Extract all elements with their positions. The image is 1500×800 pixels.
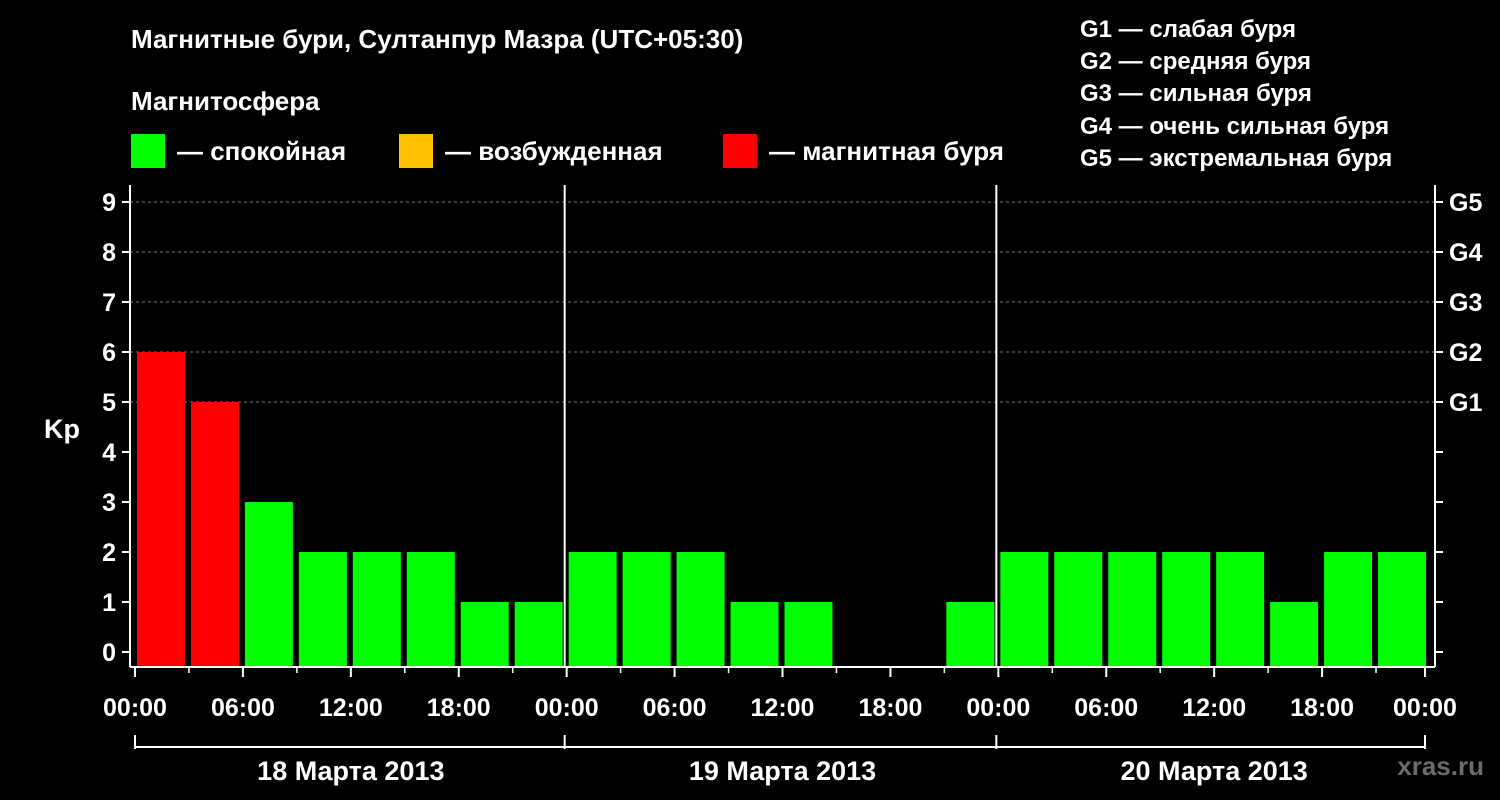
x-tick-label: 06:00 (211, 694, 275, 722)
y-tick-label: 8 (102, 239, 116, 267)
kp-bar (676, 552, 725, 667)
y-tick-label: 5 (102, 389, 116, 417)
y-tick-label: 4 (102, 439, 116, 467)
kp-bar (568, 552, 617, 667)
date-label: 20 Марта 2013 (1121, 756, 1308, 786)
x-tick-label: 12:00 (751, 694, 815, 722)
kp-bar (784, 602, 833, 667)
watermark: xras.ru (1397, 751, 1484, 781)
g-axis-label: G2 (1449, 339, 1482, 367)
kp-bar (514, 602, 563, 667)
y-tick-label: 6 (102, 339, 116, 367)
x-tick-label: 06:00 (643, 694, 707, 722)
kp-bar (946, 602, 995, 667)
kp-bar (352, 552, 401, 667)
kp-bar (1324, 552, 1373, 667)
y-axis-title: Kp (44, 414, 80, 444)
y-tick-label: 9 (102, 189, 116, 217)
y-tick-label: 3 (102, 489, 116, 517)
x-tick-label: 00:00 (103, 694, 167, 722)
g-axis-label: G1 (1449, 389, 1482, 417)
kp-bar (1162, 552, 1211, 667)
kp-bar-chart: 0 1 2 3 4 5 6 7 8 9 G1 G2 G3 G4 G5 Kp 00:00 06:00 12:00 18:… (44, 185, 1482, 786)
g-axis-label: G3 (1449, 289, 1482, 317)
y-tick-label: 7 (102, 289, 116, 317)
kp-bar (1000, 552, 1049, 667)
kp-bar (244, 502, 293, 667)
x-tick-label: 18:00 (858, 694, 922, 722)
date-label: 18 Марта 2013 (257, 756, 444, 786)
kp-bar (1270, 602, 1319, 667)
kp-bar (1054, 552, 1103, 667)
kp-bar (406, 552, 455, 667)
kp-bar (730, 602, 779, 667)
x-tick-label: 12:00 (319, 694, 383, 722)
kp-bar (298, 552, 347, 667)
y-tick-label: 1 (102, 589, 116, 617)
kp-bar (1216, 552, 1265, 667)
kp-bar (1108, 552, 1157, 667)
x-tick-label: 12:00 (1182, 694, 1246, 722)
g-axis-label: G4 (1449, 239, 1482, 267)
g-axis-label: G5 (1449, 189, 1482, 217)
kp-bar (622, 552, 671, 667)
x-tick-label: 00:00 (535, 694, 599, 722)
kp-bar (460, 602, 509, 667)
kp-bar (1378, 552, 1426, 667)
y-tick-label: 2 (102, 539, 116, 567)
x-tick-label: 00:00 (1393, 694, 1457, 722)
x-tick-label: 00:00 (966, 694, 1030, 722)
x-tick-label: 06:00 (1074, 694, 1138, 722)
kp-bar (190, 402, 239, 667)
y-tick-label: 0 (102, 639, 116, 667)
x-tick-label: 18:00 (427, 694, 491, 722)
x-tick-label: 18:00 (1290, 694, 1354, 722)
kp-bar (137, 352, 185, 667)
date-label: 19 Марта 2013 (689, 756, 876, 786)
